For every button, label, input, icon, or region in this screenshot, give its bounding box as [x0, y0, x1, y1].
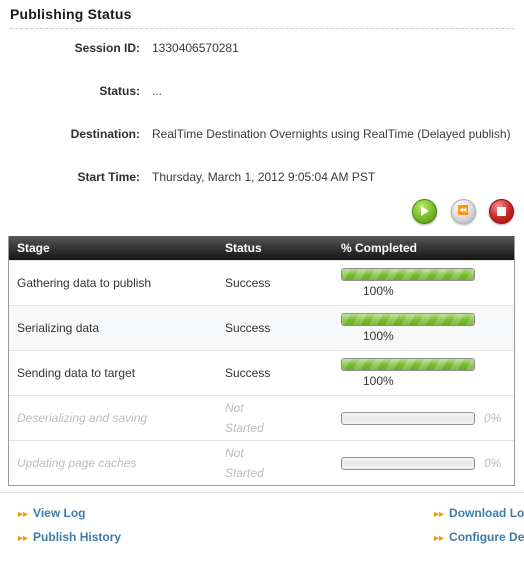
double-chevron-icon: ▸▸: [434, 533, 445, 544]
rewind-button[interactable]: ⏪: [450, 199, 476, 224]
stage-status-line2: Started: [225, 421, 264, 435]
stage-name: Deserializing and saving: [17, 411, 148, 425]
progress-track: [341, 358, 475, 371]
page-title: Publishing Status: [10, 6, 132, 22]
stage-progress: 0%: [341, 411, 514, 425]
session-id-value: 1330406570281: [152, 41, 239, 55]
rewind-icon: ⏪: [457, 206, 469, 216]
detail-list: Session ID: 1330406570281 Status: ... De…: [0, 35, 524, 207]
stage-status: Success: [225, 276, 271, 290]
publish-history-link[interactable]: ▸▸ Publish History: [18, 530, 121, 544]
configure-destination-label: Configure Destination: [449, 530, 524, 544]
stop-icon: [497, 207, 506, 216]
publish-history-label: Publish History: [33, 530, 122, 544]
table-row: Updating page caches Not Started 0%: [9, 440, 514, 485]
configure-destination-link[interactable]: ▸▸ Configure Destination: [434, 530, 524, 544]
footer-link-cell: ▸▸ View Log: [0, 501, 262, 525]
download-log-link[interactable]: ▸▸ Download Log: [434, 506, 524, 520]
footer-links: ▸▸ View Log ▸▸ Download Log ▸▸ Publish Hist…: [0, 492, 524, 549]
stage-name: Updating page caches: [17, 456, 137, 470]
start-time-value: Thursday, March 1, 2012 9:05:04 AM PST: [152, 170, 376, 184]
destination-label: Destination:: [70, 127, 140, 141]
session-id-label: Session ID:: [74, 41, 140, 55]
footer-link-cell: ▸▸ Download Log: [262, 501, 524, 525]
stage-status: Success: [225, 321, 271, 335]
progress-fill: [342, 359, 474, 370]
double-chevron-icon: ▸▸: [434, 509, 445, 520]
stage-progress: 100%: [341, 358, 514, 388]
progress-fill: [342, 269, 474, 280]
stage-status: Not Started: [225, 443, 341, 483]
progress-track: [341, 411, 475, 425]
table-header-row: Stage Status % Completed: [9, 236, 514, 260]
progress-track: [341, 268, 475, 281]
progress-label: 100%: [363, 329, 394, 343]
stop-button[interactable]: [489, 199, 514, 224]
stage-status: Not Started: [225, 398, 341, 438]
start-button[interactable]: [412, 199, 438, 224]
progress-label: 0%: [484, 456, 502, 470]
playback-controls: ⏪: [0, 199, 514, 225]
progress-label: 0%: [484, 411, 502, 425]
status-value: ...: [152, 84, 163, 98]
stage-status-line2: Started: [225, 466, 264, 480]
detail-row-status: Status: ...: [0, 78, 524, 121]
stage-status: Success: [225, 366, 271, 380]
view-log-link[interactable]: ▸▸ View Log: [18, 506, 86, 520]
progress-track: [341, 313, 475, 326]
table-row: Sending data to target Success 100%: [9, 350, 514, 395]
table-row: Deserializing and saving Not Started 0%: [9, 395, 514, 440]
column-header-percent: % Completed: [341, 241, 418, 255]
title-divider: [10, 28, 514, 29]
double-chevron-icon: ▸▸: [18, 533, 29, 544]
detail-row-session-id: Session ID: 1330406570281: [0, 35, 524, 78]
double-chevron-icon: ▸▸: [18, 509, 29, 520]
stage-status-line1: Not: [225, 401, 244, 415]
stage-table: Stage Status % Completed Gathering data …: [8, 236, 515, 486]
stage-progress: 100%: [341, 268, 514, 298]
play-icon: [421, 205, 430, 216]
stage-progress: 0%: [341, 456, 514, 470]
column-header-status: Status: [225, 241, 262, 255]
publishing-status-panel: Publishing Status Session ID: 1330406570…: [0, 0, 524, 544]
progress-label: 100%: [363, 374, 394, 388]
stage-progress: 100%: [341, 313, 514, 343]
destination-value: RealTime Destination Overnights using Re…: [152, 127, 511, 141]
progress-track: [341, 456, 475, 470]
start-time-label: Start Time:: [77, 170, 140, 184]
table-row: Serializing data Success 100%: [9, 305, 514, 350]
stage-name: Gathering data to publish: [17, 276, 152, 290]
stage-name: Serializing data: [17, 321, 100, 335]
stage-name: Sending data to target: [17, 366, 136, 380]
download-log-label: Download Log: [449, 506, 524, 520]
stage-status-line1: Not: [225, 446, 244, 460]
footer-link-cell: ▸▸ Configure Destination: [262, 525, 524, 549]
progress-fill: [342, 314, 474, 325]
status-label: Status:: [99, 84, 140, 98]
detail-row-destination: Destination: RealTime Destination Overni…: [0, 121, 524, 164]
column-header-stage: Stage: [17, 241, 50, 255]
footer-link-cell: ▸▸ Publish History: [0, 525, 262, 549]
table-row: Gathering data to publish Success 100%: [9, 260, 514, 305]
progress-label: 100%: [363, 284, 394, 298]
view-log-label: View Log: [33, 506, 86, 520]
